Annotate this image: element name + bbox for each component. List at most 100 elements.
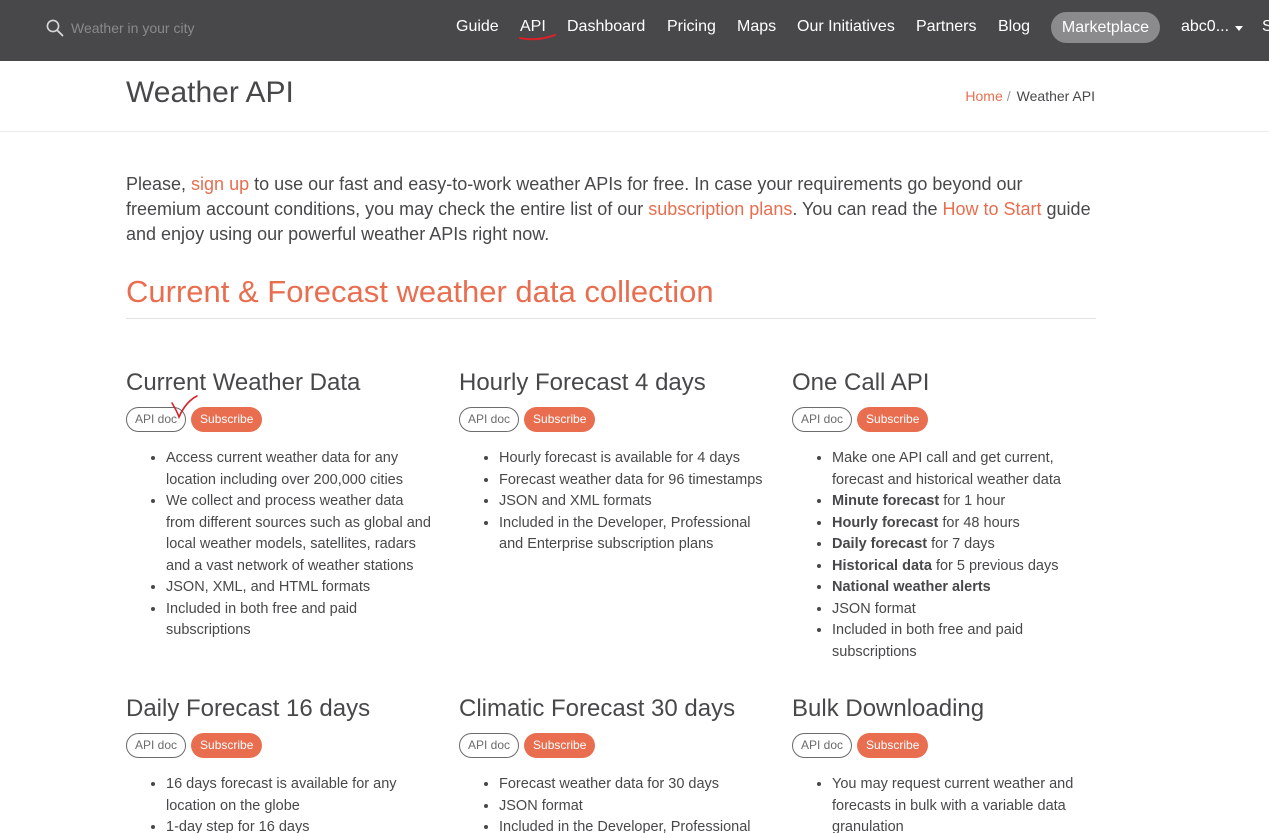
api-card-buttons: API doc Subscribe xyxy=(126,733,436,758)
marketplace-button[interactable]: Marketplace xyxy=(1051,12,1160,43)
breadcrumb-separator: / xyxy=(1006,88,1011,104)
api-card-features: 16 days forecast is available for any lo… xyxy=(126,774,436,833)
section-divider xyxy=(126,318,1096,319)
feature-highlight: Daily forecast xyxy=(832,536,928,552)
nav-pricing[interactable]: Pricing xyxy=(667,17,716,37)
feature-text: JSON format xyxy=(832,600,916,617)
api-card: Climatic Forecast 30 days API doc Subscrib… xyxy=(459,695,769,833)
how-to-start-link[interactable]: How to Start xyxy=(942,199,1041,219)
user-name: abc0... xyxy=(1181,18,1230,35)
subscribe-button[interactable]: Subscribe xyxy=(524,407,596,432)
api-doc-button[interactable]: API doc xyxy=(126,733,187,758)
nav-guide[interactable]: Guide xyxy=(456,17,499,37)
caret-down-icon xyxy=(1235,25,1244,31)
feature-text: 16 days forecast is available for any lo… xyxy=(166,776,397,814)
feature-item: Make one API call and get current, forec… xyxy=(832,448,1102,491)
feature-item: Included in both free and paid subscript… xyxy=(166,599,436,642)
intro-text: . You can read the xyxy=(792,199,943,219)
api-card-features: You may request current weather and fore… xyxy=(792,774,1102,833)
feature-text: for 7 days xyxy=(927,536,995,552)
api-doc-button[interactable]: API doc xyxy=(792,733,853,758)
api-card: Bulk Downloading API docSubscribe You may … xyxy=(792,695,1102,833)
feature-text: Make one API call and get current, forec… xyxy=(832,450,1061,488)
nav-blog[interactable]: Blog xyxy=(998,17,1030,37)
user-menu[interactable]: abc0... xyxy=(1181,17,1244,37)
feature-text: Forecast weather data for 30 days xyxy=(499,776,720,792)
intro-paragraph: Please, sign up to use our fast and easy… xyxy=(126,172,1101,247)
feature-text: You may request current weather and fore… xyxy=(832,776,1074,833)
api-card-features: Forecast weather data for 30 days JSON fo… xyxy=(459,774,769,833)
nav-partners[interactable]: Partners xyxy=(916,17,976,37)
api-card-features: Hourly forecast is available for 4 days F… xyxy=(459,448,769,556)
search-input[interactable] xyxy=(71,17,271,39)
api-card-buttons: API doc Subscribe xyxy=(459,733,769,758)
feature-highlight: Minute forecast xyxy=(832,493,940,509)
subscribe-button[interactable]: Subscribe xyxy=(524,733,596,758)
feature-text: JSON and XML formats xyxy=(499,493,652,509)
feature-item: Forecast weather data for 30 days xyxy=(499,774,769,796)
api-card-buttons: API doc Subscribe xyxy=(792,407,1102,432)
api-doc-button[interactable]: API doc xyxy=(792,407,853,432)
feature-text: JSON format xyxy=(499,797,583,814)
api-card-title: Hourly Forecast 4 days xyxy=(459,369,706,396)
feature-text: for 1 hour xyxy=(939,493,1006,509)
feature-item: Access current weather data for any loca… xyxy=(166,448,436,491)
api-doc-button[interactable]: API doc xyxy=(459,733,520,758)
feature-item: JSON format xyxy=(499,796,769,818)
feature-item: Historical data for 5 previous days xyxy=(832,556,1102,578)
api-card: One Call API API docSubscribe Make one API… xyxy=(792,369,1102,663)
api-card-buttons: API doc Subscribe xyxy=(126,395,436,432)
subscription-plans-link[interactable]: subscription plans xyxy=(648,199,792,219)
feature-item: Hourly forecast is available for 4 days xyxy=(499,448,769,470)
feature-text: Hourly forecast is available for 4 days xyxy=(499,450,740,466)
nav-item-cut-off[interactable]: S xyxy=(1262,17,1269,37)
api-doc-button[interactable]: API doc xyxy=(459,407,520,432)
feature-text: Forecast weather data for 96 timestamps xyxy=(499,471,763,488)
feature-text: Included in both free and paid subscript… xyxy=(832,622,1024,660)
feature-text: Included in the Developer, Professional … xyxy=(499,514,751,553)
annotation-check-mark xyxy=(171,395,198,420)
breadcrumb-current: Weather API xyxy=(1016,88,1095,104)
breadcrumb-home-link[interactable]: Home xyxy=(965,88,1002,104)
api-card: Current Weather DataAPI docSubscribe Acce… xyxy=(126,369,436,642)
feature-item: JSON and XML formats xyxy=(499,491,769,513)
feature-item: Included in the Developer, Professional … xyxy=(499,513,769,556)
feature-item: JSON, XML, and HTML formats xyxy=(166,577,436,599)
feature-text: for 48 hours xyxy=(938,514,1020,531)
api-card: Daily Forecast 16 days API docSubscribe 16… xyxy=(126,695,436,833)
subscribe-button[interactable]: Subscribe xyxy=(857,407,929,432)
api-card: Hourly Forecast 4 days API docSubscribe Ho… xyxy=(459,369,769,556)
nav-our-initiatives[interactable]: Our Initiatives xyxy=(797,17,895,37)
sign-up-link[interactable]: sign up xyxy=(191,174,249,194)
page-header: Weather API Home / Weather API xyxy=(0,61,1269,132)
feature-item: 16 days forecast is available for any lo… xyxy=(166,774,436,817)
api-card-features: Make one API call and get current, forec… xyxy=(792,448,1102,663)
feature-highlight: National weather alerts xyxy=(832,579,991,595)
feature-text: for 5 previous days xyxy=(931,557,1059,574)
nav-dashboard[interactable]: Dashboard xyxy=(567,17,645,37)
intro-text: Please, xyxy=(126,174,192,194)
feature-item: We collect and process weather data from… xyxy=(166,491,436,577)
feature-item: Hourly forecast for 48 hours xyxy=(832,513,1102,535)
nav-maps[interactable]: Maps xyxy=(737,17,776,37)
subscribe-button[interactable]: Subscribe xyxy=(857,733,929,758)
api-card-title: One Call API xyxy=(792,369,930,396)
feature-item: You may request current weather and fore… xyxy=(832,774,1102,833)
feature-highlight: Hourly forecast xyxy=(832,514,939,531)
api-card-buttons: API doc Subscribe xyxy=(459,407,769,432)
top-navbar: Guide API Dashboard Pricing Maps Our Ini… xyxy=(0,0,1269,61)
annotation-underline-mark xyxy=(519,34,556,41)
search-box[interactable] xyxy=(46,17,271,39)
subscribe-button[interactable]: Subscribe xyxy=(191,733,263,758)
subscribe-button[interactable]: Subscribe xyxy=(191,407,263,432)
breadcrumb: Home / Weather API xyxy=(965,88,1095,104)
feature-item: Daily forecast for 7 days xyxy=(832,534,1102,556)
feature-text: 1-day step for 16 days xyxy=(166,819,310,833)
api-card-title: Bulk Downloading xyxy=(792,695,985,722)
feature-item: JSON format xyxy=(832,599,1102,621)
feature-text: We collect and process weather data from… xyxy=(166,493,431,574)
api-card-features: Access current weather data for any loca… xyxy=(126,448,436,642)
feature-item: Forecast weather data for 96 timestamps xyxy=(499,470,769,492)
feature-text: JSON, XML, and HTML formats xyxy=(166,579,371,595)
feature-text: Included in the Developer, Professional xyxy=(499,819,751,833)
